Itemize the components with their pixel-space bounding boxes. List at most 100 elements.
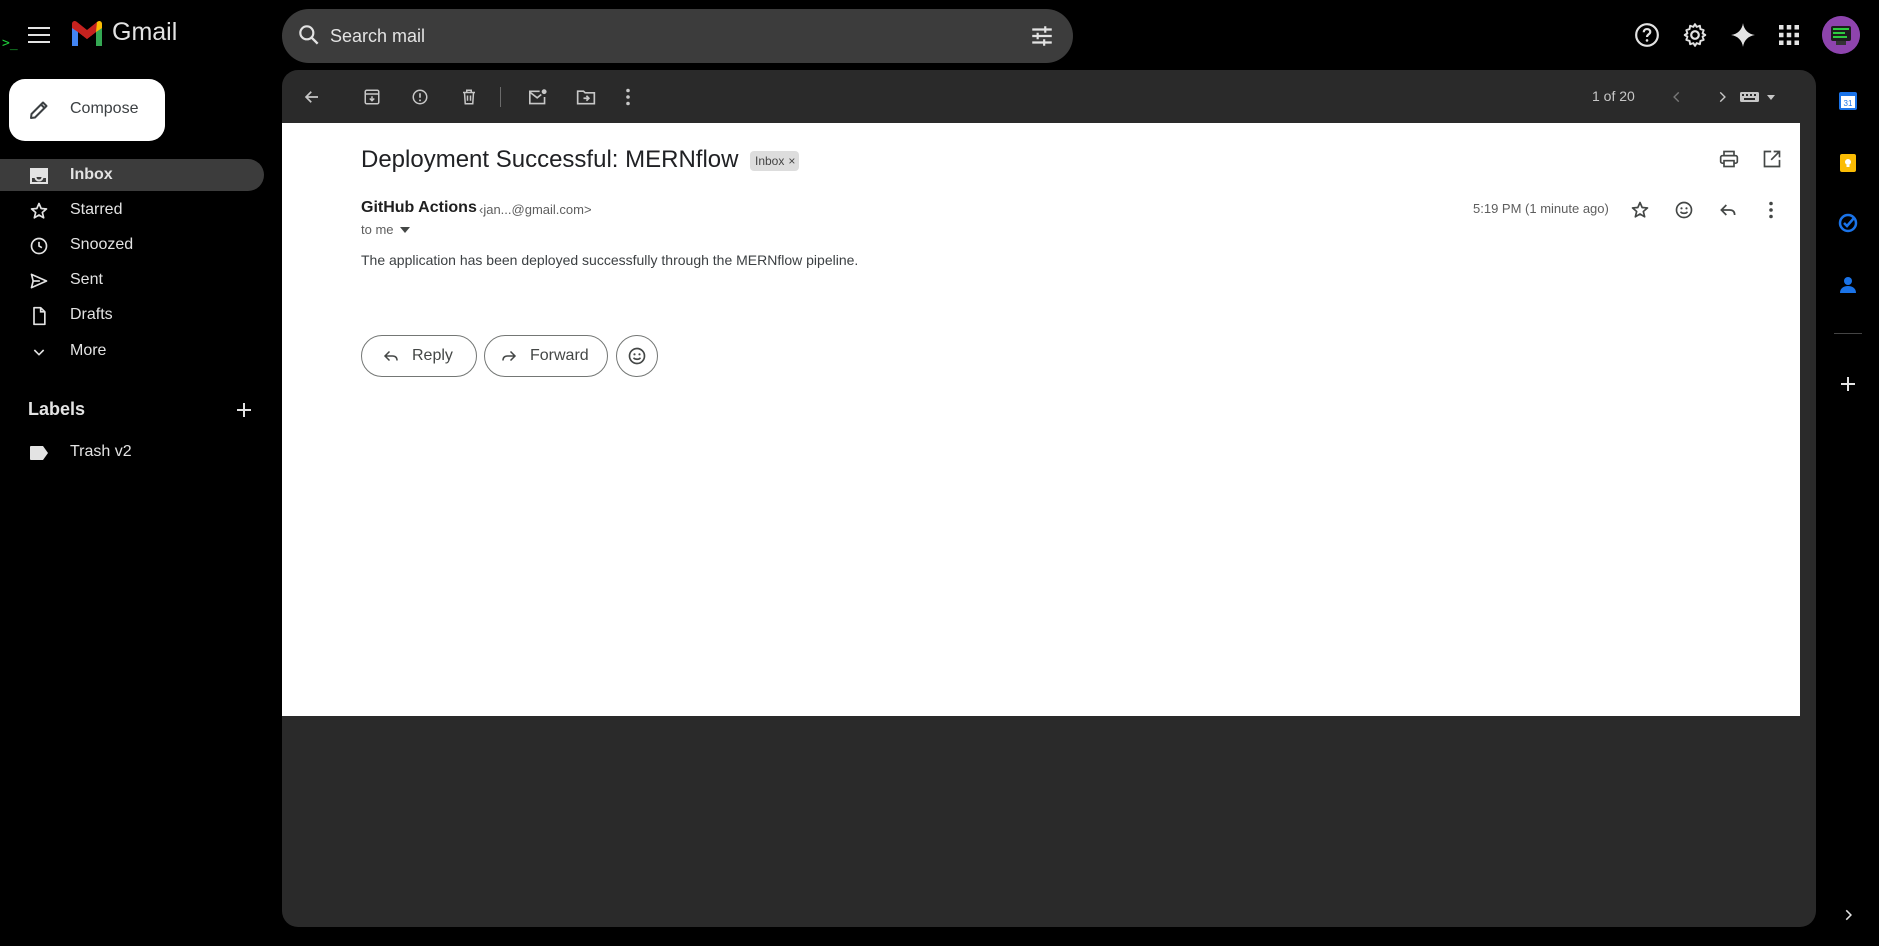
search-icon[interactable] bbox=[296, 22, 322, 48]
folder-move-icon bbox=[576, 90, 596, 105]
settings-button[interactable] bbox=[1676, 16, 1714, 54]
more-vert-icon bbox=[626, 88, 630, 106]
star-icon bbox=[1631, 201, 1649, 218]
chevron-right-icon bbox=[1845, 909, 1852, 921]
email-timestamp: 5:19 PM (1 minute ago) bbox=[1473, 201, 1609, 216]
email-body: The application has been deployed succes… bbox=[361, 252, 859, 268]
sidebar-item-sent[interactable]: Sent bbox=[0, 264, 264, 296]
message-view: Deployment Successful: MERNflow Inbox × … bbox=[282, 123, 1800, 716]
compose-label: Compose bbox=[70, 100, 139, 117]
inbox-label-chip[interactable]: Inbox × bbox=[750, 151, 800, 171]
gemini-button[interactable] bbox=[1724, 16, 1762, 54]
labels-heading: Labels bbox=[28, 399, 86, 419]
open-new-window-button[interactable] bbox=[1762, 149, 1782, 169]
move-to-button[interactable] bbox=[573, 84, 599, 110]
search-input[interactable] bbox=[330, 9, 980, 63]
sidebar-item-label: Trash v2 bbox=[70, 443, 132, 460]
terminal-indicator: >_ bbox=[2, 36, 18, 51]
label-icon bbox=[29, 443, 49, 463]
sidebar-item-inbox[interactable]: Inbox bbox=[0, 159, 264, 191]
plus-icon bbox=[1841, 377, 1855, 391]
input-tools-button[interactable] bbox=[1737, 84, 1781, 110]
remove-label-button[interactable]: × bbox=[788, 154, 795, 168]
archive-icon bbox=[364, 89, 380, 105]
gmail-m-icon bbox=[72, 20, 102, 46]
tasks-icon bbox=[1838, 213, 1858, 233]
mark-unread-button[interactable] bbox=[525, 84, 551, 110]
report-icon bbox=[412, 89, 428, 105]
pagination-count: 1 of 20 bbox=[1592, 88, 1635, 104]
archive-button[interactable] bbox=[359, 84, 385, 110]
sender-name[interactable]: GitHub Actions bbox=[361, 199, 477, 217]
chip-label: Inbox bbox=[755, 154, 785, 168]
print-icon bbox=[1719, 150, 1739, 168]
apps-grid-icon bbox=[1779, 25, 1799, 45]
rail-divider bbox=[1834, 333, 1862, 334]
sidebar-item-label: Sent bbox=[70, 271, 103, 288]
print-button[interactable] bbox=[1719, 149, 1739, 169]
chevron-left-icon bbox=[1673, 91, 1680, 103]
compose-button[interactable]: Compose bbox=[9, 79, 165, 141]
more-vert-icon bbox=[1769, 201, 1773, 219]
gmail-logo[interactable]: Gmail bbox=[70, 18, 177, 47]
sidebar-item-starred[interactable]: Starred bbox=[0, 194, 264, 226]
hide-side-panel-button[interactable] bbox=[1836, 903, 1860, 927]
older-button[interactable] bbox=[1709, 84, 1735, 110]
message-toolbar: 1 of 20 bbox=[282, 70, 1816, 123]
arrow-left-icon bbox=[304, 91, 318, 103]
forward-icon bbox=[500, 347, 518, 365]
sidebar-item-label: Drafts bbox=[70, 306, 113, 323]
toolbar-divider bbox=[500, 87, 501, 107]
message-more-button[interactable] bbox=[1759, 198, 1783, 222]
email-subject: Deployment Successful: MERNflow bbox=[361, 146, 739, 173]
reply-button[interactable]: Reply bbox=[361, 335, 477, 377]
sidebar-item-label: Starred bbox=[70, 201, 123, 218]
reply-icon bbox=[382, 347, 400, 365]
more-actions-button[interactable] bbox=[615, 84, 641, 110]
back-button[interactable] bbox=[299, 84, 325, 110]
tasks-app-button[interactable] bbox=[1836, 211, 1860, 235]
create-label-button[interactable] bbox=[232, 398, 256, 422]
emoji-icon bbox=[628, 347, 646, 365]
sparkle-icon bbox=[1731, 23, 1755, 47]
sidebar-item-drafts[interactable]: Drafts bbox=[0, 299, 264, 331]
chevron-right-icon bbox=[1719, 91, 1726, 103]
sidebar-label-trash-v2[interactable]: Trash v2 bbox=[0, 436, 264, 468]
search-options-icon[interactable] bbox=[1029, 23, 1055, 49]
keep-app-button[interactable] bbox=[1836, 151, 1860, 175]
open-in-new-icon bbox=[1763, 150, 1781, 168]
account-avatar[interactable] bbox=[1822, 16, 1860, 54]
pencil-icon bbox=[27, 98, 51, 122]
report-spam-button[interactable] bbox=[407, 84, 433, 110]
reply-icon-button[interactable] bbox=[1716, 198, 1740, 222]
main-menu-button[interactable] bbox=[20, 16, 58, 54]
react-button[interactable] bbox=[616, 335, 658, 377]
caret-down-icon[interactable] bbox=[399, 226, 410, 233]
sidebar-item-label: Inbox bbox=[70, 166, 113, 183]
sidebar-item-more[interactable]: More bbox=[0, 335, 264, 367]
newer-button[interactable] bbox=[1664, 84, 1690, 110]
add-reaction-button[interactable] bbox=[1672, 198, 1696, 222]
apps-button[interactable] bbox=[1770, 16, 1808, 54]
support-button[interactable] bbox=[1628, 16, 1666, 54]
get-addons-button[interactable] bbox=[1836, 372, 1860, 396]
help-icon bbox=[1635, 23, 1659, 47]
search-bar[interactable] bbox=[282, 9, 1073, 63]
forward-button[interactable]: Forward bbox=[484, 335, 608, 377]
reply-label: Reply bbox=[412, 347, 453, 364]
draft-icon bbox=[29, 306, 49, 326]
clock-icon bbox=[29, 236, 49, 256]
mark-unread-icon bbox=[529, 89, 547, 105]
keyboard-icon bbox=[1740, 92, 1775, 102]
inbox-icon bbox=[29, 166, 49, 186]
calendar-app-button[interactable]: 31 bbox=[1836, 89, 1860, 113]
delete-button[interactable] bbox=[456, 84, 482, 110]
sidebar-item-label: More bbox=[70, 342, 107, 359]
star-button[interactable] bbox=[1628, 198, 1652, 222]
recipient-label: to me bbox=[361, 222, 394, 237]
sidebar-item-snoozed[interactable]: Snoozed bbox=[0, 229, 264, 261]
contacts-app-button[interactable] bbox=[1836, 273, 1860, 297]
recipient-details[interactable]: to me bbox=[361, 222, 410, 237]
plus-icon bbox=[237, 403, 251, 417]
avatar-image-icon bbox=[1822, 16, 1860, 54]
